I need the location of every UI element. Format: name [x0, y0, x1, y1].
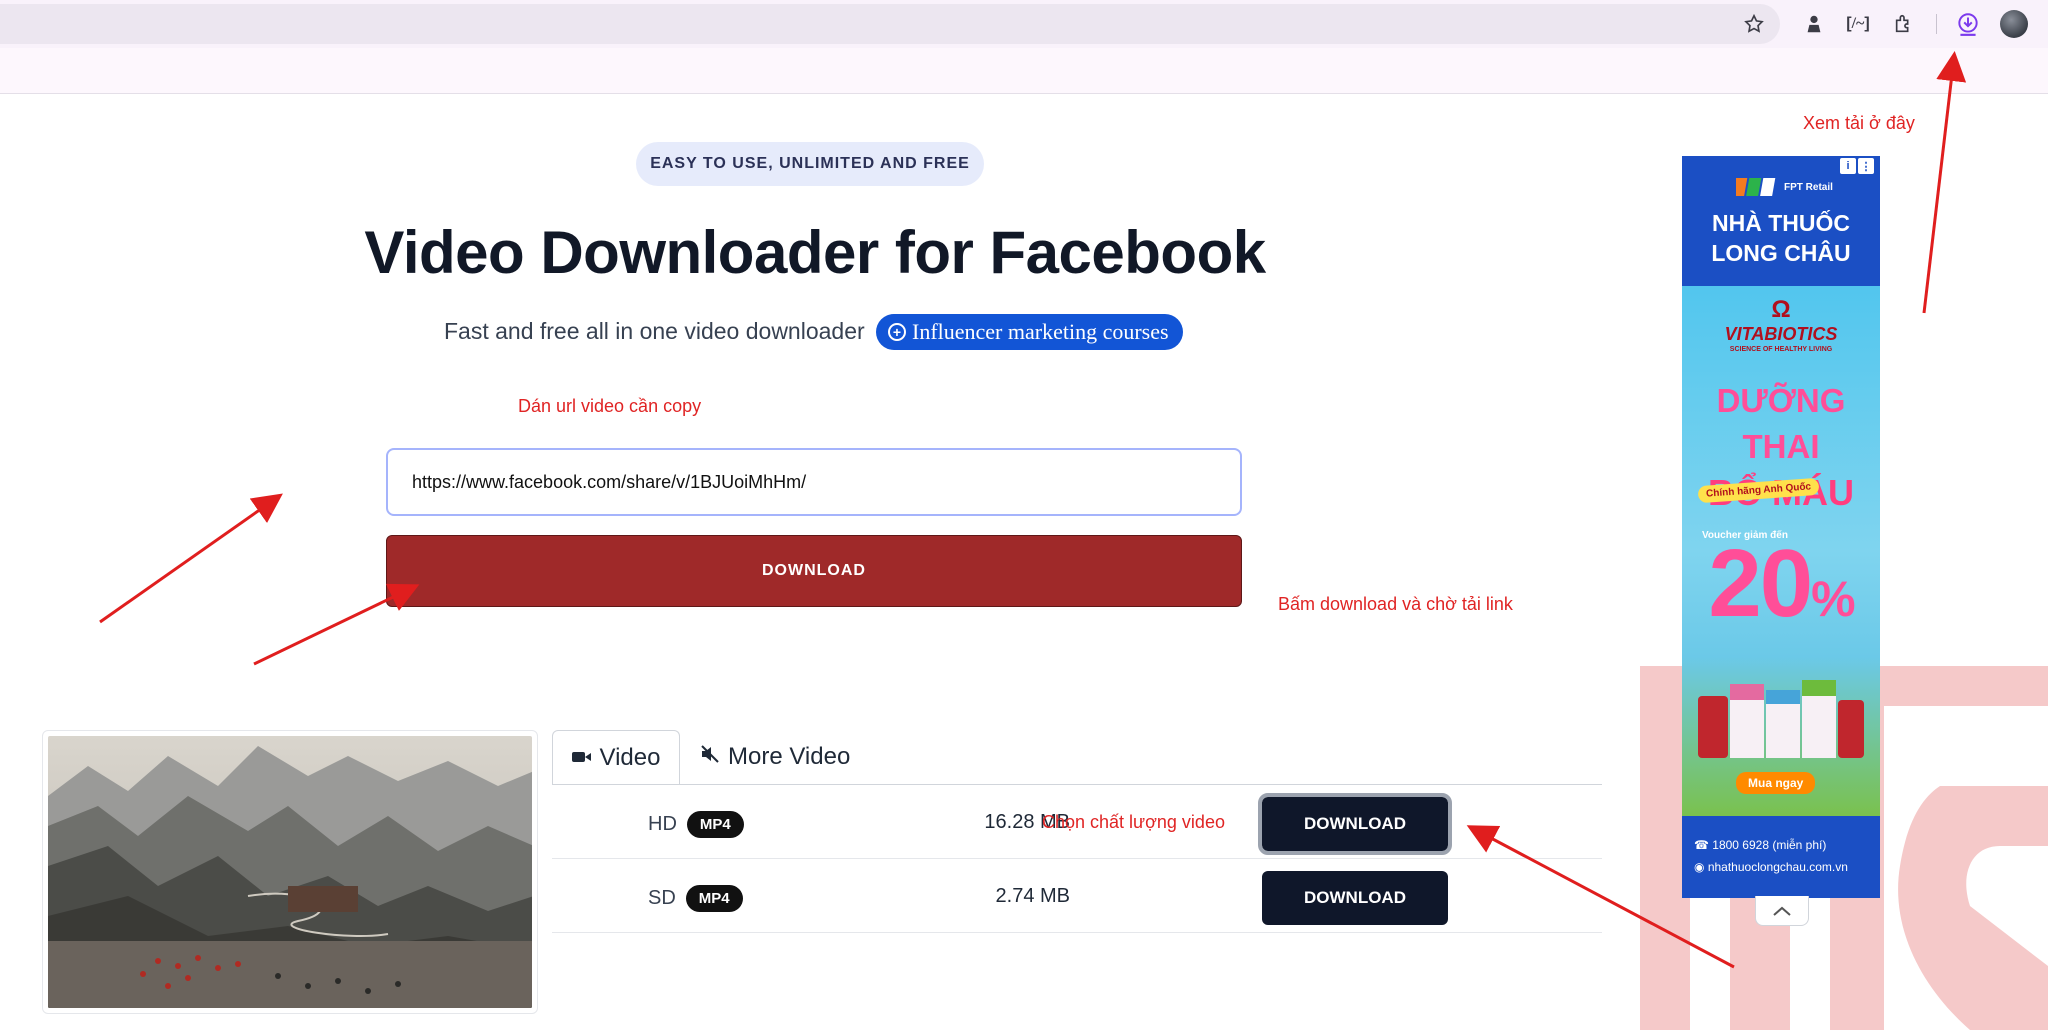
format-badge: MP4 [686, 811, 744, 838]
ad-brand-line2: LONG CHÂU [1711, 240, 1851, 266]
tab-video-label: Video [599, 743, 661, 771]
muted-speaker-icon [700, 743, 720, 771]
tab-video[interactable]: Video [552, 730, 680, 784]
arrow-to-url-input [99, 493, 283, 624]
page-subtitle: Fast and free all in one video downloade… [444, 318, 865, 344]
ad-sponsor: VITABIOTICS [1724, 324, 1838, 344]
arrow-to-downloads-icon [1922, 51, 1967, 314]
ad-website-value: nhathuoclongchau.com.vn [1707, 860, 1848, 874]
ad-brand: NHÀ THUỐC LONG CHÂU [1682, 208, 1880, 268]
tagline-badge: EASY TO USE, UNLIMITED AND FREE [636, 142, 984, 186]
ad-menu-icon[interactable]: ⋮ [1858, 158, 1874, 174]
video-thumbnail-card [42, 730, 538, 1014]
video-camera-icon [571, 744, 592, 772]
ad-sponsor-tagline: SCIENCE OF HEALTHY LIVING [1729, 346, 1833, 353]
download-sd-button[interactable]: DOWNLOAD [1262, 871, 1448, 925]
ad-slogan-line1: DƯỠNG THAI [1716, 382, 1846, 465]
quality-annotation: Chọn chất lượng video [1042, 812, 1225, 832]
ad-website: ◉ nhathuoclongchau.com.vn [1694, 860, 1848, 874]
video-url-input[interactable] [386, 448, 1242, 516]
ad-info-icon[interactable]: i [1840, 158, 1856, 174]
format-badge: MP4 [685, 885, 743, 912]
video-thumbnail [48, 736, 532, 1008]
browser-toolbar: [/~] [0, 0, 2048, 48]
extensions-icon[interactable] [1890, 10, 1918, 38]
page-title: Video Downloader for Facebook [364, 219, 1266, 286]
ad-collapse-button[interactable] [1755, 896, 1809, 926]
json-icon[interactable]: [/~] [1844, 10, 1872, 38]
download-icon[interactable] [1954, 10, 1982, 38]
fpt-logo [1736, 178, 1776, 196]
advertisement[interactable]: i ⋮ FPT Retail NHÀ THUỐC LONG CHÂU Ω VIT… [1682, 156, 1880, 898]
tab-more-video-label: More Video [728, 743, 851, 770]
ad-discount-value: 20 [1708, 530, 1813, 637]
download-button[interactable]: DOWNLOAD [386, 535, 1242, 607]
ad-cta-button[interactable]: Mua ngay [1736, 772, 1816, 794]
download-annotation: Bấm download và chờ tải link [1278, 594, 1513, 614]
quality-cell: SD MP4 [648, 885, 743, 912]
promo-label: Influencer marketing courses [912, 319, 1169, 344]
omega-icon: Ω [1771, 296, 1791, 323]
quality-cell: HD MP4 [648, 811, 744, 838]
bookmark-bar [0, 48, 2048, 94]
ad-retailer: FPT Retail [1784, 182, 1833, 193]
user-badge-icon[interactable] [1800, 10, 1828, 38]
plus-circle-icon: + [888, 323, 906, 341]
address-bar[interactable] [0, 4, 1780, 44]
downloads-annotation: Xem tải ở đây [1803, 113, 1915, 133]
ad-footer: ☎ 1800 6928 (miễn phí) ◉ nhathuoclongcha… [1682, 816, 1880, 898]
ad-body: Ω VITABIOTICS SCIENCE OF HEALTHY LIVING … [1682, 286, 1880, 816]
table-row: SD MP4 2.74 MB DOWNLOAD [552, 859, 1602, 933]
tab-more-video[interactable]: More Video [700, 730, 850, 784]
file-size: 2.74 MB [995, 885, 1070, 907]
toolbar-separator [1936, 14, 1937, 34]
promo-link[interactable]: + Influencer marketing courses [876, 314, 1183, 350]
paste-url-annotation: Dán url video cần copy [518, 396, 702, 416]
chevron-up-icon [1773, 906, 1791, 916]
ad-phone-value: 1800 6928 (miễn phí) [1712, 838, 1827, 852]
download-hd-button[interactable]: DOWNLOAD [1258, 793, 1452, 855]
quality-label: HD [648, 813, 677, 835]
ad-discount: 20% [1708, 530, 1855, 637]
ad-product-image [1698, 680, 1864, 758]
ad-header: i ⋮ FPT Retail NHÀ THUỐC LONG CHÂU [1682, 156, 1880, 286]
star-icon[interactable] [1740, 10, 1768, 38]
quality-label: SD [648, 887, 676, 909]
ad-brand-line1: NHÀ THUỐC [1712, 210, 1850, 236]
profile-avatar[interactable] [2000, 10, 2028, 38]
ad-phone: ☎ 1800 6928 (miễn phí) [1694, 838, 1827, 852]
